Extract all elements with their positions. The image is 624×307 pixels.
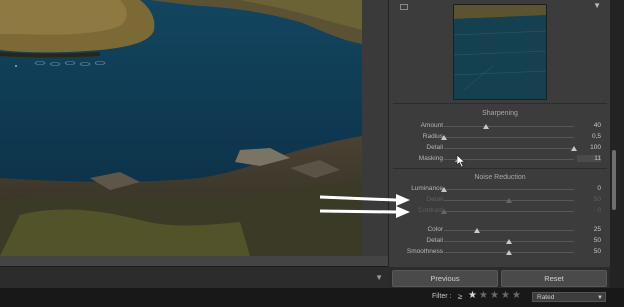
slider-knob[interactable] — [441, 135, 447, 140]
star-empty-icon[interactable]: ★ — [479, 291, 488, 301]
slider-luminance-contrast[interactable]: Contrast 0 — [389, 207, 611, 216]
slider-knob[interactable] — [506, 250, 512, 255]
histogram-toggle-icon[interactable] — [400, 4, 408, 10]
rated-filter-select[interactable]: Rated ▼ — [532, 292, 606, 302]
slider-knob[interactable] — [441, 209, 447, 214]
slider-track[interactable] — [444, 198, 574, 203]
slider-detail[interactable]: Detail 100 — [389, 144, 611, 153]
slider-value[interactable]: 0,5 — [577, 133, 601, 140]
filter-label: Filter : — [432, 293, 452, 300]
slider-label: Masking — [418, 155, 443, 162]
slider-color-detail[interactable]: Detail 50 — [389, 237, 611, 246]
slider-luminance-detail[interactable]: Detail 50 — [389, 196, 611, 205]
slider-value[interactable]: 25 — [577, 226, 601, 233]
slider-value[interactable]: 0 — [577, 185, 601, 192]
sharpening-title: Sharpening — [482, 110, 518, 117]
star-empty-icon[interactable]: ★ — [512, 291, 521, 301]
rated-filter-value: Rated — [537, 294, 555, 301]
slider-value[interactable]: 100 — [577, 144, 601, 151]
slider-label: Luminance — [411, 185, 443, 192]
panel-scrollbar[interactable] — [610, 0, 624, 288]
slider-value[interactable]: 50 — [577, 237, 601, 244]
slider-track[interactable] — [441, 209, 574, 214]
filmstrip-toggle-icon[interactable]: ▼ — [375, 273, 383, 282]
detail-preview-image — [454, 5, 546, 99]
slider-label: Detail — [426, 144, 443, 151]
slider-track[interactable] — [444, 250, 574, 255]
slider-amount[interactable]: Amount 40 — [389, 122, 611, 131]
slider-label: Color — [427, 226, 443, 233]
rating-operator[interactable]: ≥ — [458, 292, 462, 301]
slider-label: Contrast — [418, 207, 443, 214]
slider-color[interactable]: Color 25 — [389, 226, 611, 235]
slider-radius[interactable]: Radius 0,5 — [389, 133, 611, 142]
panel-scrollbar-thumb[interactable] — [612, 150, 616, 210]
slider-track[interactable] — [444, 239, 574, 244]
slider-value[interactable]: 50 — [577, 196, 601, 203]
slider-track[interactable] — [444, 228, 574, 233]
slider-knob[interactable] — [482, 124, 489, 129]
detail-zoom-preview[interactable] — [453, 4, 547, 100]
dropdown-arrow-icon: ▼ — [597, 295, 603, 301]
section-divider — [393, 168, 607, 169]
slider-label: Amount — [420, 122, 443, 129]
star-filled-icon[interactable]: ★ — [468, 291, 477, 301]
slider-track[interactable] — [444, 124, 574, 129]
slider-value[interactable]: 40 — [577, 122, 601, 129]
reset-button[interactable]: Reset — [501, 270, 607, 287]
section-divider — [393, 103, 607, 104]
slider-smoothness[interactable]: Smoothness 50 — [389, 248, 611, 257]
noise-reduction-title: Noise Reduction — [474, 174, 526, 181]
slider-masking[interactable]: Masking 11 — [389, 155, 611, 164]
slider-value[interactable]: 0 — [577, 207, 601, 214]
slider-knob[interactable] — [473, 228, 480, 233]
slider-label: Smoothness — [406, 248, 443, 255]
slider-label: Detail — [426, 237, 443, 244]
slider-value[interactable]: 11 — [577, 155, 601, 162]
slider-luminance[interactable]: Luminance 0 — [389, 185, 611, 194]
mouse-cursor-icon — [456, 154, 466, 168]
filmstrip-toolbar: ▼ — [0, 266, 388, 289]
develop-panel: ▼ Sharpening Amount 40 Radius 0,5 Detail — [388, 0, 611, 267]
slider-knob[interactable] — [441, 187, 447, 192]
slider-value[interactable]: 50 — [577, 248, 601, 255]
landscape-photo — [0, 0, 362, 256]
star-empty-icon[interactable]: ★ — [501, 291, 510, 301]
panel-button-bar: Previous Reset — [388, 267, 610, 288]
panel-collapse-icon[interactable]: ▼ — [593, 1, 601, 10]
star-empty-icon[interactable]: ★ — [490, 291, 499, 301]
slider-label: Detail — [426, 196, 443, 203]
slider-label: Radius — [422, 133, 443, 140]
slider-track[interactable] — [444, 146, 577, 151]
photo-preview-area — [0, 0, 388, 267]
slider-track[interactable] — [441, 135, 574, 140]
filter-bar: Filter : ≥ ★ ★ ★ ★ ★ Rated ▼ — [0, 288, 624, 307]
slider-track[interactable] — [441, 187, 574, 192]
slider-knob[interactable] — [506, 239, 512, 244]
previous-button[interactable]: Previous — [392, 270, 498, 287]
photo-scrollbar[interactable] — [0, 256, 388, 266]
slider-knob[interactable] — [506, 198, 512, 203]
